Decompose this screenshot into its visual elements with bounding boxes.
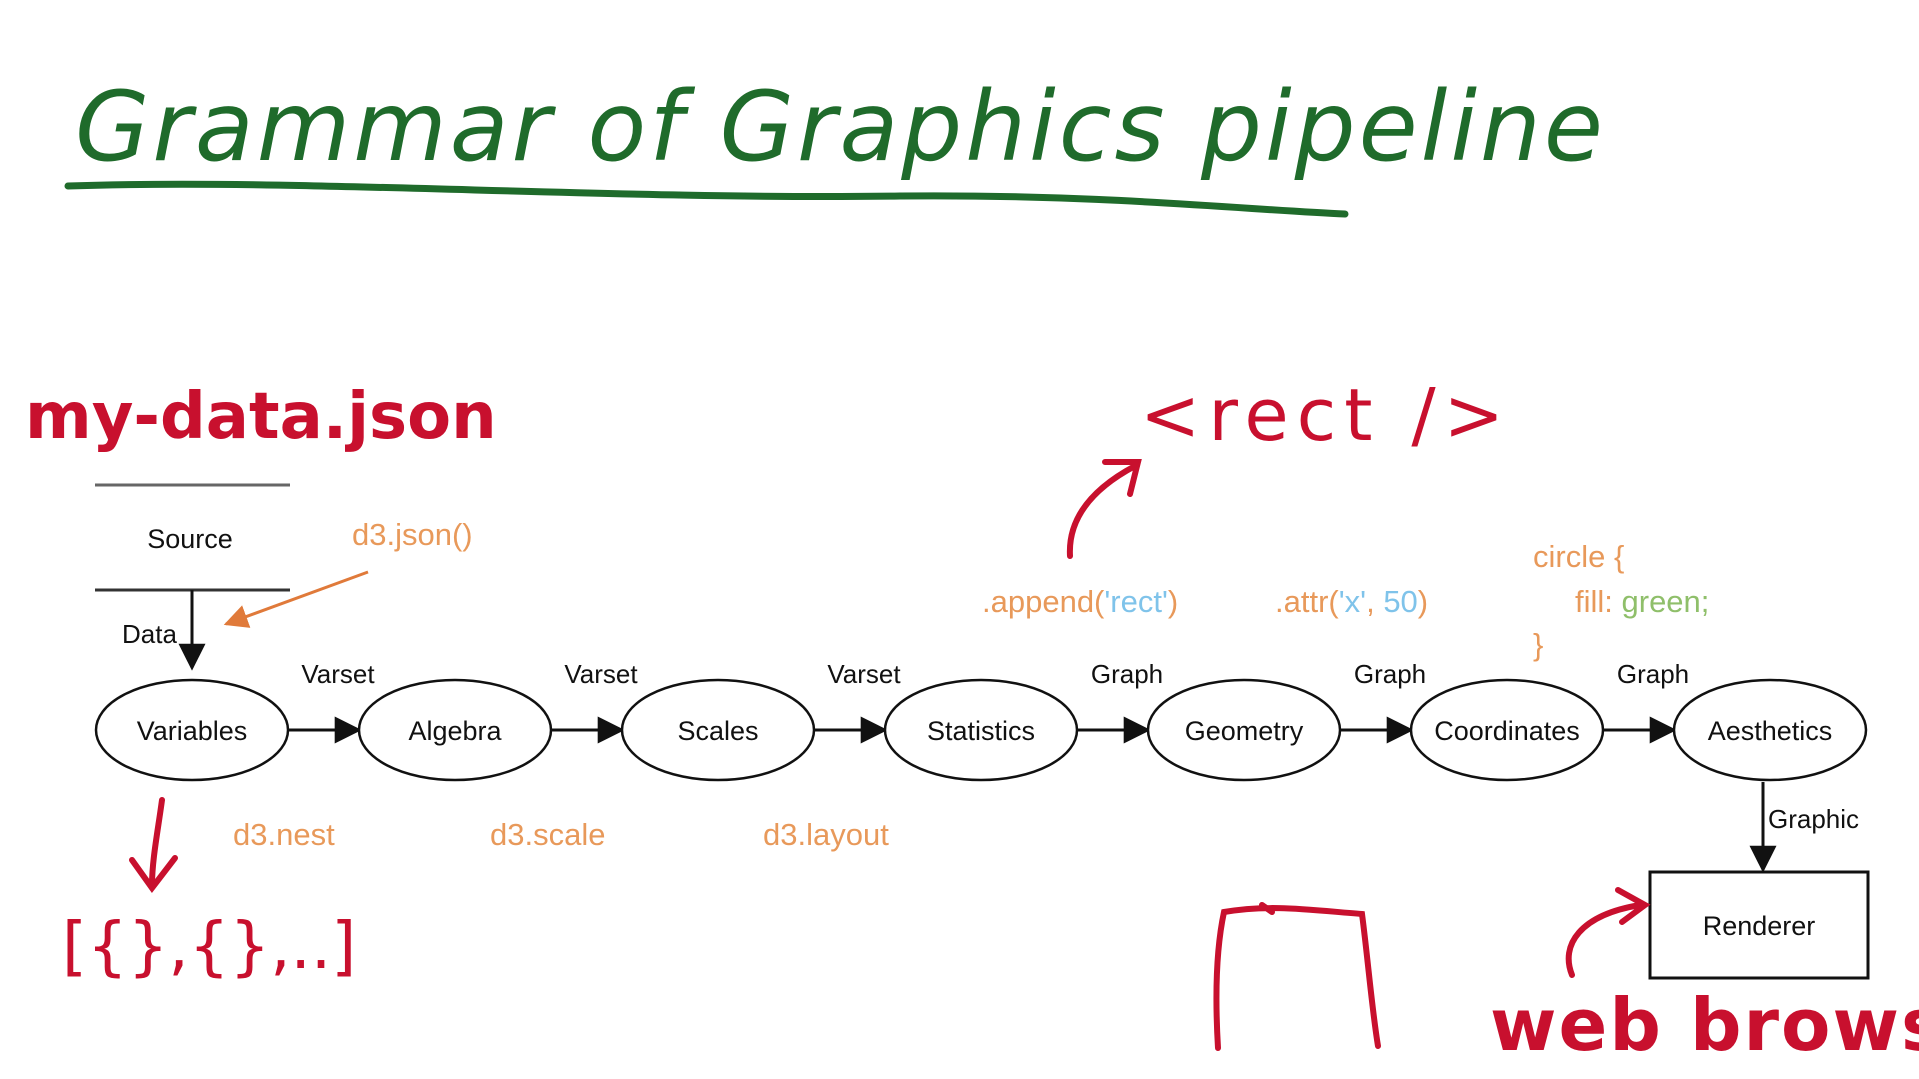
title-underline [64, 180, 1349, 218]
pipeline-node-label: Variables [137, 716, 248, 746]
d3-layout-label: d3.layout [763, 817, 889, 852]
pipeline-node-statistics: Statistics [883, 678, 1079, 782]
pipeline-edge-label: Graph [1617, 659, 1689, 689]
rect-tag-arrow [1066, 459, 1142, 559]
pipeline-edge-label: Graph [1091, 659, 1163, 689]
pipeline-node-label: Aesthetics [1708, 716, 1833, 746]
pipeline-edge-label: Varset [827, 659, 901, 689]
pipeline-node-coordinates: Coordinates [1409, 678, 1605, 782]
pipeline-node-aesthetics: Aesthetics [1672, 678, 1868, 782]
renderer-label: Renderer [1703, 911, 1816, 941]
diagram-canvas: Grammar of Graphics pipeline my-data.jso… [25, 71, 1919, 1067]
nest-down-arrow [129, 797, 178, 894]
data-edge-label: Data [122, 619, 177, 649]
pipeline-edge-label: Varset [301, 659, 375, 689]
web-browser-annotation: web browser [1490, 983, 1919, 1067]
d3-json-label: d3.json() [352, 517, 473, 552]
array-literal-annotation: [{},{},..] [62, 910, 356, 984]
pipeline-node-algebra: Algebra [357, 678, 553, 782]
pipeline-node-label: Geometry [1185, 716, 1304, 746]
pipeline-node-label: Coordinates [1434, 716, 1580, 746]
data-file-annotation: my-data.json [25, 380, 497, 454]
pipeline-edge-label: Graph [1354, 659, 1426, 689]
css-rule-code: fill: green; [1575, 584, 1709, 619]
bar-sketch [1213, 902, 1381, 1051]
append-code: .append('rect') [982, 584, 1178, 619]
source-label: Source [147, 524, 233, 554]
pipeline-node-label: Statistics [927, 716, 1035, 746]
d3-scale-label: d3.scale [490, 817, 605, 852]
rect-tag-annotation: <rect /> [1140, 373, 1512, 457]
page-title: Grammar of Graphics pipeline [75, 71, 1606, 183]
d3-nest-label: d3.nest [233, 817, 335, 852]
pipeline-node-scales: Scales [620, 678, 816, 782]
pipeline-node-variables: Variables [94, 678, 290, 782]
css-selector-code: circle { [1533, 539, 1624, 574]
d3-json-arrow [223, 570, 369, 628]
pipeline-nodes: Variables Algebra Scales Statistics Geometry… [94, 678, 1868, 782]
attr-code: .attr('x', 50) [1275, 584, 1428, 619]
pipeline-node-geometry: Geometry [1146, 678, 1342, 782]
css-close-code: } [1533, 627, 1543, 662]
pipeline-edge-label: Varset [564, 659, 638, 689]
graphic-edge-label: Graphic [1768, 804, 1859, 834]
web-browser-arrow [1565, 887, 1651, 978]
pipeline-node-label: Algebra [408, 716, 502, 746]
pipeline-node-label: Scales [677, 716, 758, 746]
